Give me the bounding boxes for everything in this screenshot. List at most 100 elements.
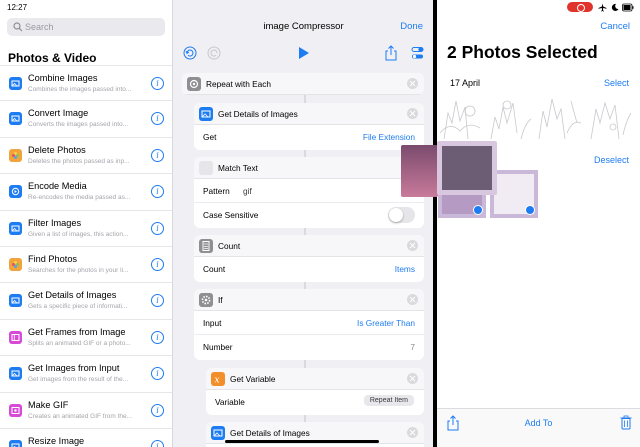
action-list-item[interactable]: Resize Image i [0, 429, 172, 447]
select-button[interactable]: Select [604, 78, 629, 88]
settings-toggle-icon[interactable] [411, 46, 424, 60]
number-field[interactable]: 7 [410, 342, 415, 352]
variable-token[interactable]: Repeat Item [363, 395, 414, 406]
remove-action-icon[interactable] [407, 373, 418, 384]
done-button[interactable]: Done [400, 21, 423, 32]
screen-recording-icon [567, 2, 593, 12]
action-list-item[interactable]: Get Images from Input Get images from the… [0, 356, 172, 393]
gear-icon [199, 293, 213, 307]
action-list-item[interactable]: Find Photos Searches for the photos in yo… [0, 247, 172, 284]
action-title: Find Photos [28, 253, 78, 264]
pattern-field[interactable]: gif [243, 186, 252, 196]
photo-icon [9, 112, 22, 126]
remove-action-icon[interactable] [407, 78, 418, 89]
moon-icon [611, 3, 619, 11]
action-title: Get Details of Images [218, 109, 298, 119]
action-list-item[interactable]: Delete Photos Deletes the photos passed a… [0, 138, 172, 175]
section-title: Photos & Video [8, 51, 97, 65]
action-header: x Get Variable [206, 368, 424, 390]
info-icon[interactable]: i [151, 403, 164, 417]
share-icon[interactable] [385, 45, 397, 61]
remove-action-icon[interactable] [407, 294, 418, 305]
photo-icon [9, 367, 22, 381]
parameter-label: Get [203, 132, 217, 142]
action-list-item[interactable]: Make GIF Creates an animated GIF from the… [0, 393, 172, 429]
photos-app-icon [9, 257, 22, 271]
photo-thumbnail[interactable] [438, 93, 484, 141]
action-title: Match Text [218, 163, 258, 173]
selected-photo-thumbnail[interactable] [490, 170, 538, 218]
editor-toolbar [173, 40, 433, 68]
info-icon[interactable]: i [151, 367, 164, 381]
info-icon[interactable]: i [151, 148, 164, 162]
action-title: Combine Images [28, 73, 98, 83]
case-sensitive-toggle[interactable] [388, 207, 415, 223]
action-list-item[interactable]: Encode Media Re-encodes the media passed … [0, 174, 172, 211]
match-text-action[interactable]: Match Text Pattern gif Case Sensitive [194, 157, 424, 228]
photo-thumbnail[interactable] [587, 93, 633, 141]
photo-icon [9, 294, 22, 308]
info-icon[interactable]: i [151, 185, 164, 199]
remove-action-icon[interactable] [407, 108, 418, 119]
parameter-label: Count [203, 264, 226, 274]
undo-icon[interactable] [183, 46, 197, 60]
action-description: Given a list of images, this action... [28, 230, 129, 238]
parameter-label: Variable [215, 397, 245, 407]
photo-icon [9, 77, 22, 90]
count-action[interactable]: Count Count Items [194, 235, 424, 282]
trash-icon[interactable] [620, 415, 632, 430]
cancel-button[interactable]: Cancel [600, 21, 630, 32]
parameter-label: Input [203, 318, 222, 328]
action-title: Convert Image [28, 108, 89, 119]
action-list-item[interactable]: Get Details of Images Gets a specific pie… [0, 283, 172, 320]
dragged-photo [401, 145, 438, 197]
workflow-title: image Compressor [263, 21, 344, 32]
dragged-photos-preview[interactable] [401, 141, 497, 197]
parameter-label: Pattern [203, 186, 230, 196]
photo-icon [9, 439, 22, 447]
get-variable-action[interactable]: x Get Variable Variable Repeat Item [206, 368, 424, 415]
photos-app-icon [9, 148, 22, 162]
action-description: Gets a specific piece of informati... [28, 303, 128, 311]
play-icon[interactable] [298, 46, 310, 60]
photo-thumbnail[interactable] [537, 93, 583, 141]
if-action[interactable]: If Input Is Greater Than Number 7 [194, 289, 424, 360]
info-icon[interactable]: i [151, 330, 164, 344]
search-icon [13, 22, 23, 32]
info-icon[interactable]: i [151, 439, 164, 447]
info-icon[interactable]: i [151, 294, 164, 308]
deselect-button[interactable]: Deselect [594, 155, 629, 165]
repeat-icon [187, 77, 201, 91]
encode-icon [9, 185, 22, 199]
action-list: Combine Images Combines the images passed… [0, 65, 172, 447]
parameter-label: Number [203, 342, 233, 352]
add-to-button[interactable]: Add To [437, 418, 640, 428]
info-icon[interactable]: i [151, 257, 164, 271]
photo-thumbnail[interactable] [487, 93, 533, 141]
repeat-action[interactable]: Repeat with Each [182, 73, 424, 95]
action-header: Match Text [194, 157, 424, 179]
parameter-value[interactable]: Items [395, 264, 415, 274]
frames-icon [9, 330, 22, 344]
action-list-item[interactable]: Convert Image Converts the images passed … [0, 101, 172, 138]
get-details-action[interactable]: Get Details of Images [206, 422, 424, 447]
action-title: Get Variable [230, 374, 276, 384]
info-icon[interactable]: i [151, 112, 164, 126]
action-list-item[interactable]: Filter Images Given a list of images, thi… [0, 211, 172, 247]
info-icon[interactable]: i [151, 221, 164, 235]
search-input[interactable]: Search [7, 18, 165, 36]
photo-icon [199, 107, 213, 121]
action-title: Delete Photos [28, 144, 86, 155]
action-list-item[interactable]: Get Frames from Image Splits an animated … [0, 320, 172, 357]
get-details-action[interactable]: Get Details of Images Get File Extension [194, 103, 424, 150]
action-title: If [218, 295, 223, 305]
parameter-row: Number 7 [194, 335, 424, 359]
home-indicator [225, 440, 379, 443]
redo-icon[interactable] [207, 46, 221, 60]
remove-action-icon[interactable] [407, 240, 418, 251]
info-icon[interactable]: i [151, 77, 164, 90]
action-list-item[interactable]: Combine Images Combines the images passed… [0, 65, 172, 102]
remove-action-icon[interactable] [407, 427, 418, 438]
parameter-value[interactable]: Is Greater Than [357, 318, 415, 328]
workflow-editor: image Compressor Done Repeat with Each G… [172, 0, 433, 447]
